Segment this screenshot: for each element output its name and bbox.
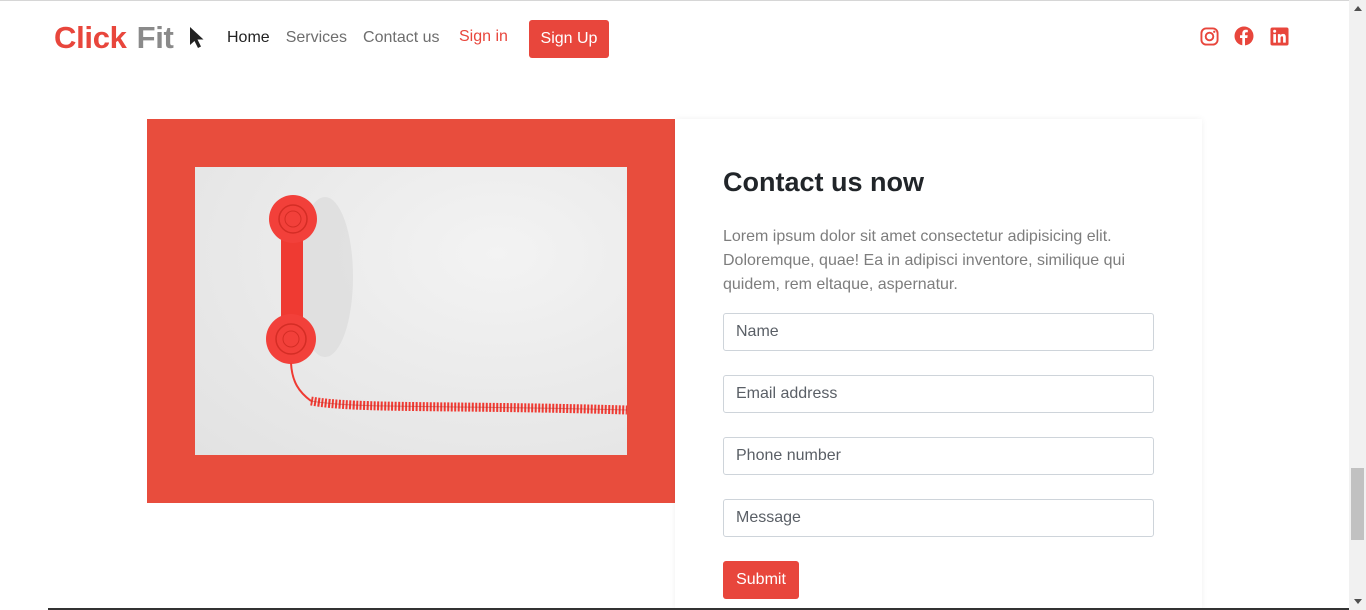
sign-up-button[interactable]: Sign Up — [529, 20, 609, 58]
scroll-up-arrow[interactable] — [1349, 0, 1366, 17]
nav-links: Home Services Contact us — [227, 29, 456, 47]
brand-logo[interactable]: Click Fit — [54, 20, 206, 56]
contact-image-panel — [147, 119, 675, 503]
brand-fit: Fit — [136, 20, 174, 55]
email-input[interactable] — [723, 375, 1154, 413]
nav-link-contact[interactable]: Contact us — [363, 29, 439, 47]
linkedin-icon[interactable] — [1269, 26, 1289, 46]
scroll-thumb[interactable] — [1351, 468, 1364, 540]
nav-link-home[interactable]: Home — [227, 29, 270, 47]
contact-form-card: Contact us now Lorem ipsum dolor sit ame… — [675, 119, 1202, 610]
contact-description: Lorem ipsum dolor sit amet consectetur a… — [723, 228, 1125, 293]
red-phone-photo — [195, 167, 627, 455]
nav-link-services[interactable]: Services — [286, 29, 347, 47]
cursor-icon — [189, 27, 204, 48]
sign-in-link[interactable]: Sign in — [459, 28, 508, 46]
page-scrollbar[interactable] — [1349, 0, 1366, 610]
facebook-icon[interactable] — [1234, 26, 1254, 46]
instagram-icon[interactable] — [1199, 26, 1219, 46]
phone-input[interactable] — [723, 437, 1154, 475]
scroll-down-arrow[interactable] — [1349, 593, 1366, 610]
contact-title: Contact us now — [723, 167, 924, 197]
submit-button[interactable]: Submit — [723, 561, 799, 599]
social-links — [1199, 26, 1304, 46]
navbar: Click Fit Home Services Contact us Sign … — [0, 0, 1349, 78]
name-input[interactable] — [723, 313, 1154, 351]
message-input[interactable] — [723, 499, 1154, 537]
brand-click: Click — [54, 20, 127, 55]
